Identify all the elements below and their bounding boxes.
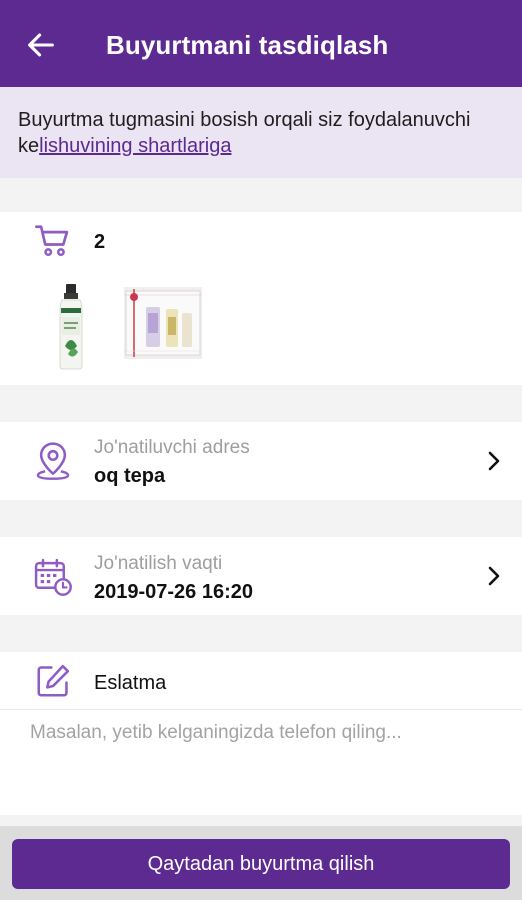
back-arrow-icon[interactable] — [24, 28, 58, 62]
address-chevron-right-icon[interactable] — [486, 450, 502, 472]
delivery-time-chevron-right-icon[interactable] — [486, 565, 502, 587]
delivery-address-row[interactable] — [0, 422, 522, 500]
terms-notice: Buyurtma tugmasini bosish orqali siz foy… — [0, 87, 522, 178]
note-label: Eslatma — [94, 672, 167, 694]
calendar-clock-icon — [34, 558, 72, 596]
page-title: Buyurtmani tasdiqlash — [106, 30, 389, 60]
product-thumbnail-gift-set[interactable] — [124, 287, 202, 359]
delivery-time-label: Jo'natilish vaqti — [94, 553, 223, 574]
app-bar: Buyurtmani tasdiqlash — [0, 0, 522, 87]
terms-link[interactable]: lishuvining shartlariga — [39, 135, 231, 157]
note-input[interactable] — [18, 716, 508, 806]
address-value: oq tepa — [94, 465, 166, 487]
shopping-cart-icon — [35, 225, 69, 257]
reorder-button[interactable]: Qaytadan buyurtma qilish — [12, 839, 510, 889]
product-thumbnail-bottle[interactable] — [56, 284, 86, 370]
note-divider — [0, 709, 522, 710]
delivery-time-row[interactable] — [0, 537, 522, 615]
delivery-time-value: 2019-07-26 16:20 — [94, 581, 254, 603]
map-pin-icon — [36, 442, 70, 480]
address-label: Jo'natiluvchi adres — [94, 437, 250, 458]
edit-icon — [37, 664, 70, 697]
cart-item-count: 2 — [94, 231, 106, 253]
